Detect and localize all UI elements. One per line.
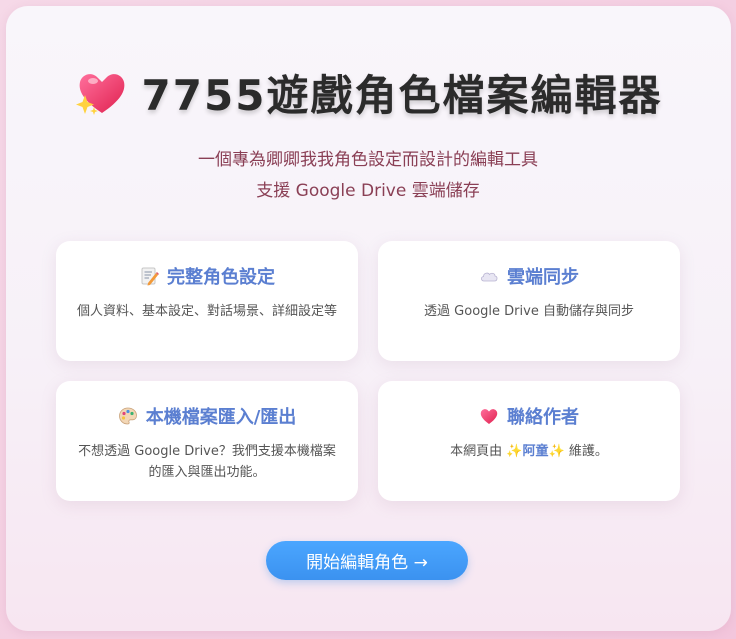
feature-description: 本網頁由 ✨阿童✨ 維護。 xyxy=(396,441,662,462)
page-header: 7755遊戲角色檔案編輯器 xyxy=(0,57,736,127)
feature-description: 個人資料、基本設定、對話場景、詳細設定等 xyxy=(76,304,337,319)
page-subtitle: 一個專為卿卿我我角色設定而設計的編輯工具 xyxy=(198,150,538,170)
page-subtitle-storage: 支援 Google Drive 雲端儲存 xyxy=(256,181,480,201)
feature-title: 聯絡作者 xyxy=(507,407,579,428)
feature-card-character-settings: 完整角色設定 個人資料、基本設定、對話場景、詳細設定等 xyxy=(56,241,358,361)
feature-title: 雲端同步 xyxy=(507,267,579,288)
feature-card-cloud-sync: 雲端同步 透過 Google Drive 自動儲存與同步 xyxy=(378,241,680,361)
maintainer-prefix: 本網頁由 xyxy=(450,444,503,459)
palette-icon xyxy=(118,407,137,425)
maintainer-suffix: 維護。 xyxy=(568,444,608,459)
feature-card-local-import-export: 本機檔案匯入/匯出 不想透過 Google Drive？我們支援本機檔案的匯入與… xyxy=(56,381,358,501)
sparkling-heart-icon xyxy=(75,74,124,115)
feature-card-contact-author: 聯絡作者 本網頁由 ✨阿童✨ 維護。 xyxy=(378,381,680,501)
feature-title: 完整角色設定 xyxy=(167,267,275,288)
page-title: 7755遊戲角色檔案編輯器 xyxy=(141,70,663,120)
heart-icon xyxy=(480,409,498,424)
memo-icon xyxy=(141,267,159,286)
cloud-icon xyxy=(481,272,498,282)
feature-title: 本機檔案匯入/匯出 xyxy=(145,407,297,428)
author-name: ✨阿童✨ xyxy=(506,444,565,459)
start-editing-button[interactable]: 開始編輯角色 → xyxy=(266,541,468,580)
feature-description: 不想透過 Google Drive？我們支援本機檔案的匯入與匯出功能。 xyxy=(78,444,336,480)
feature-description: 透過 Google Drive 自動儲存與同步 xyxy=(424,304,634,319)
